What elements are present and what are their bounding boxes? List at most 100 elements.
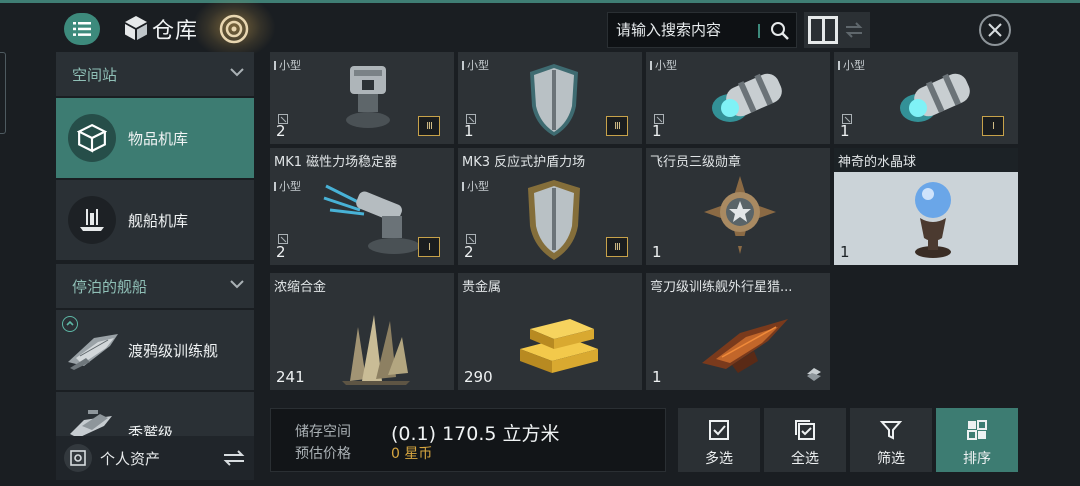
select-all-button[interactable]: 全选 — [764, 408, 846, 472]
item-quantity: 1 — [840, 122, 850, 140]
swap-view-icon[interactable] — [844, 20, 864, 40]
ship-hangar-icon — [80, 209, 104, 231]
item-hangar-icon-wrap — [68, 114, 116, 162]
item-name: 神奇的水晶球 — [838, 155, 917, 170]
tier-badge: I — [982, 116, 1004, 136]
close-icon — [988, 23, 1002, 37]
item-quantity: 2 — [276, 122, 286, 140]
multi-select-button[interactable]: 多选 — [678, 408, 760, 472]
item-quantity: 290 — [464, 368, 493, 386]
estimated-price-value: 0 星币 — [391, 446, 433, 462]
sidebar: 空间站 物品机库 舰船机库 停泊的舰船 渡鸦级训练舰 秃鹫级 — [56, 52, 254, 486]
sort-label: 排序 — [963, 451, 991, 467]
item-grid: 小型 2 III 小型 1 III 小型 1 小型 1 I MK1 磁性力场稳定… — [270, 52, 1020, 394]
item-name: 贵金属 — [462, 280, 502, 295]
stabilizer-icon — [323, 184, 420, 254]
item-name: MK3 反应式护盾力场 — [462, 155, 586, 170]
sort-button[interactable]: 排序 — [936, 408, 1018, 472]
multi-select-label: 多选 — [705, 451, 733, 467]
tier-badge: I — [418, 237, 440, 257]
chevron-down-icon — [230, 68, 244, 77]
sidebar-item-label: 舰船机库 — [128, 212, 189, 230]
item-quantity: 241 — [276, 368, 305, 386]
item-size: 小型 — [274, 178, 301, 194]
cube-icon — [77, 123, 107, 153]
estimated-price-label: 预估价格 — [295, 446, 351, 462]
filter-button[interactable]: 筛选 — [850, 408, 932, 472]
item-name: 飞行员三级勋章 — [650, 155, 742, 170]
item-cell[interactable]: 小型 1 I — [834, 52, 1018, 144]
search-icon[interactable] — [770, 21, 790, 41]
item-size: 小型 — [650, 57, 677, 73]
item-quantity: 1 — [464, 122, 474, 140]
gold-bars-icon — [520, 319, 598, 373]
menu-button[interactable] — [64, 13, 100, 45]
tier-badge: III — [606, 237, 628, 257]
view-toggle[interactable] — [804, 12, 870, 48]
item-name: MK1 磁性力场稳定器 — [274, 155, 398, 170]
item-quantity: 2 — [276, 243, 286, 261]
select-all-icon — [795, 420, 815, 440]
item-size: 小型 — [838, 57, 865, 73]
item-size: 小型 — [274, 57, 301, 73]
personal-assets-label: 个人资产 — [100, 450, 161, 468]
close-button[interactable] — [979, 14, 1011, 46]
item-size: 小型 — [462, 178, 489, 194]
select-all-label: 全选 — [791, 451, 819, 467]
item-cell-selected[interactable]: 神奇的水晶球 1 — [834, 148, 1018, 265]
item-quantity: 1 — [840, 243, 850, 261]
capacitor-icon — [900, 73, 970, 122]
medal-icon — [704, 176, 776, 254]
item-cell[interactable]: 小型 1 — [646, 52, 830, 144]
search-input[interactable] — [616, 13, 756, 47]
filter-label: 筛选 — [877, 451, 905, 467]
top-bar: 仓库 — [0, 0, 1080, 59]
search-divider — [758, 24, 760, 38]
item-cell[interactable]: 飞行员三级勋章 1 — [646, 148, 830, 265]
item-cell[interactable]: 小型 2 III — [270, 52, 454, 144]
capacitor-icon — [712, 73, 782, 122]
shield-blue-icon — [530, 64, 578, 136]
tier-badge: III — [418, 116, 440, 136]
tier-badge: III — [606, 116, 628, 136]
item-name: 浓缩合金 — [274, 280, 327, 295]
sidebar-item-label: 渡鸦级训练舰 — [128, 342, 219, 360]
item-cell[interactable]: 贵金属 290 — [458, 273, 642, 390]
item-cell[interactable]: 弯刀级训练舰外行星猎... 1 — [646, 273, 830, 390]
ship-raven-icon — [68, 334, 118, 370]
transfer-icon[interactable] — [222, 448, 246, 468]
sort-icon — [967, 420, 987, 440]
multi-select-icon — [709, 420, 729, 440]
skin-badge-icon — [807, 368, 821, 381]
warehouse-icon — [125, 16, 147, 40]
section-header-station[interactable]: 空间站 — [56, 52, 254, 96]
item-name: 弯刀级训练舰外行星猎... — [650, 280, 793, 295]
item-quantity: 1 — [652, 368, 662, 386]
storage-panel: 储存空间 预估价格 (0.1) 170.5 立方米 0 星币 — [270, 408, 666, 472]
item-cell[interactable]: 小型 1 III — [458, 52, 642, 144]
item-size: 小型 — [462, 57, 489, 73]
personal-assets-bar[interactable]: 个人资产 — [56, 436, 254, 480]
item-quantity: 1 — [652, 122, 662, 140]
ship-skin-icon — [702, 319, 788, 373]
filter-icon — [879, 421, 903, 440]
storage-space-label: 储存空间 — [295, 424, 351, 440]
sidebar-item-label: 物品机库 — [128, 130, 189, 148]
sidebar-item-item-hangar[interactable]: 物品机库 — [56, 98, 254, 178]
sidebar-item-ship-hangar[interactable]: 舰船机库 — [56, 180, 254, 260]
item-quantity: 1 — [652, 243, 662, 261]
menu-icon — [73, 22, 91, 36]
sidebar-item-raven-trainer[interactable]: 渡鸦级训练舰 — [56, 310, 254, 390]
section-label: 空间站 — [72, 65, 118, 84]
item-cell[interactable]: MK3 反应式护盾力场 小型 2 III — [458, 148, 642, 265]
crystal-ball-icon — [915, 182, 951, 258]
item-cell[interactable]: 浓缩合金 241 — [270, 273, 454, 390]
grid-view-icon[interactable] — [808, 16, 838, 44]
shield-gold-icon — [528, 180, 580, 260]
section-header-docked-ships[interactable]: 停泊的舰船 — [56, 264, 254, 308]
target-icon[interactable] — [218, 13, 250, 45]
safe-icon — [64, 444, 92, 472]
storage-space-value: (0.1) 170.5 立方米 — [391, 423, 560, 445]
side-drawer-handle[interactable] — [0, 52, 6, 134]
item-cell[interactable]: MK1 磁性力场稳定器 小型 2 I — [270, 148, 454, 265]
